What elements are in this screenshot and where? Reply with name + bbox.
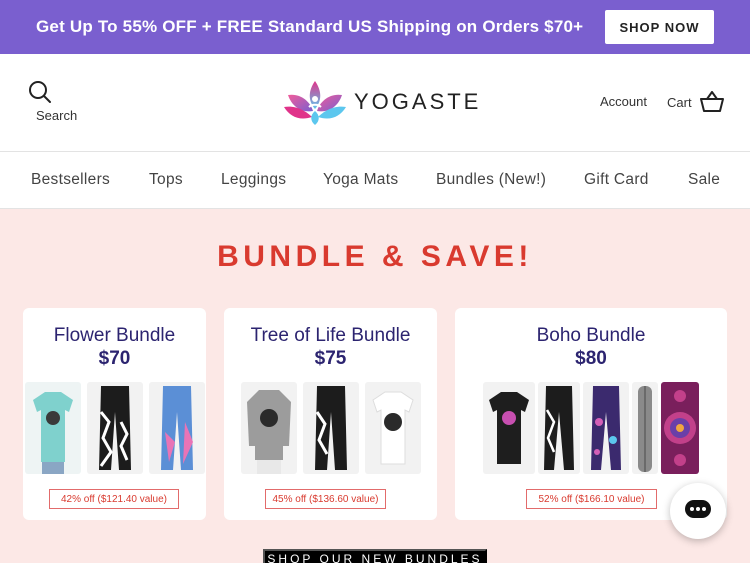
- product-image-leggings-purple: [583, 382, 629, 474]
- site-header: Search YOGASTE Account Cart: [0, 54, 750, 152]
- nav-item-yoga-mats[interactable]: Yoga Mats: [323, 171, 398, 189]
- bundle-images: [224, 382, 437, 474]
- product-image-yoga-mat: [632, 382, 658, 474]
- bundle-card-flower[interactable]: Flower Bundle $70 42% off ($121.40 value…: [23, 308, 206, 520]
- product-image-tshirt-black: [483, 382, 535, 474]
- logo-lotus-icon: [284, 81, 346, 125]
- nav-item-leggings[interactable]: Leggings: [221, 171, 286, 189]
- shop-now-button[interactable]: SHOP NOW: [605, 10, 714, 44]
- bundle-discount-badge: 52% off ($166.10 value): [526, 489, 657, 509]
- hero-title: BUNDLE & SAVE!: [217, 240, 533, 273]
- search-label: Search: [36, 108, 78, 123]
- promo-bar: Get Up To 55% OFF + FREE Standard US Shi…: [0, 0, 750, 54]
- product-image-tshirt-white: [364, 382, 421, 474]
- bundle-images: [23, 382, 206, 474]
- main-nav: Bestsellers Tops Leggings Yoga Mats Bund…: [0, 152, 750, 209]
- product-image-leggings: [302, 382, 359, 474]
- bundle-name: Flower Bundle: [53, 325, 176, 346]
- chat-button[interactable]: [670, 483, 726, 539]
- nav-item-sale[interactable]: Sale: [688, 171, 720, 189]
- chat-icon: [685, 500, 711, 518]
- logo-text: YOGASTE: [354, 89, 482, 114]
- search-button[interactable]: Search: [28, 80, 82, 123]
- promo-text: Get Up To 55% OFF + FREE Standard US Shi…: [36, 17, 584, 36]
- logo[interactable]: YOGASTE: [282, 77, 481, 127]
- account-link[interactable]: Account: [600, 94, 647, 109]
- product-image-hoodie: [240, 382, 297, 474]
- bundle-discount-badge: 45% off ($136.60 value): [265, 489, 386, 509]
- search-icon: [29, 81, 51, 103]
- product-image-leggings: [86, 382, 143, 474]
- product-image-tshirt: [24, 382, 81, 474]
- bundle-price: $80: [575, 348, 607, 369]
- cart-label: Cart: [667, 94, 692, 110]
- cart-button[interactable]: Cart: [667, 91, 724, 113]
- nav-item-bundles[interactable]: Bundles (New!): [436, 171, 546, 189]
- nav-item-bestsellers[interactable]: Bestsellers: [31, 171, 110, 189]
- bundle-discount-badge: 42% off ($121.40 value): [49, 489, 179, 509]
- nav-item-gift-card[interactable]: Gift Card: [584, 171, 649, 189]
- bundle-name: Boho Bundle: [536, 325, 646, 346]
- bundle-price: $75: [314, 348, 347, 369]
- cart-icon: [699, 91, 724, 112]
- product-image-mandala-mat: [661, 382, 699, 474]
- bundle-name: Tree of Life Bundle: [250, 325, 411, 346]
- bundle-card-tree-of-life[interactable]: Tree of Life Bundle $75 45% off ($136.60…: [224, 308, 437, 520]
- shop-new-bundles-button[interactable]: SHOP OUR NEW BUNDLES: [263, 549, 487, 563]
- product-image-leggings: [538, 382, 580, 474]
- bundle-images: [455, 382, 727, 474]
- bundle-price: $70: [98, 348, 131, 369]
- nav-item-tops[interactable]: Tops: [149, 171, 183, 189]
- product-image-leggings-pink: [148, 382, 205, 474]
